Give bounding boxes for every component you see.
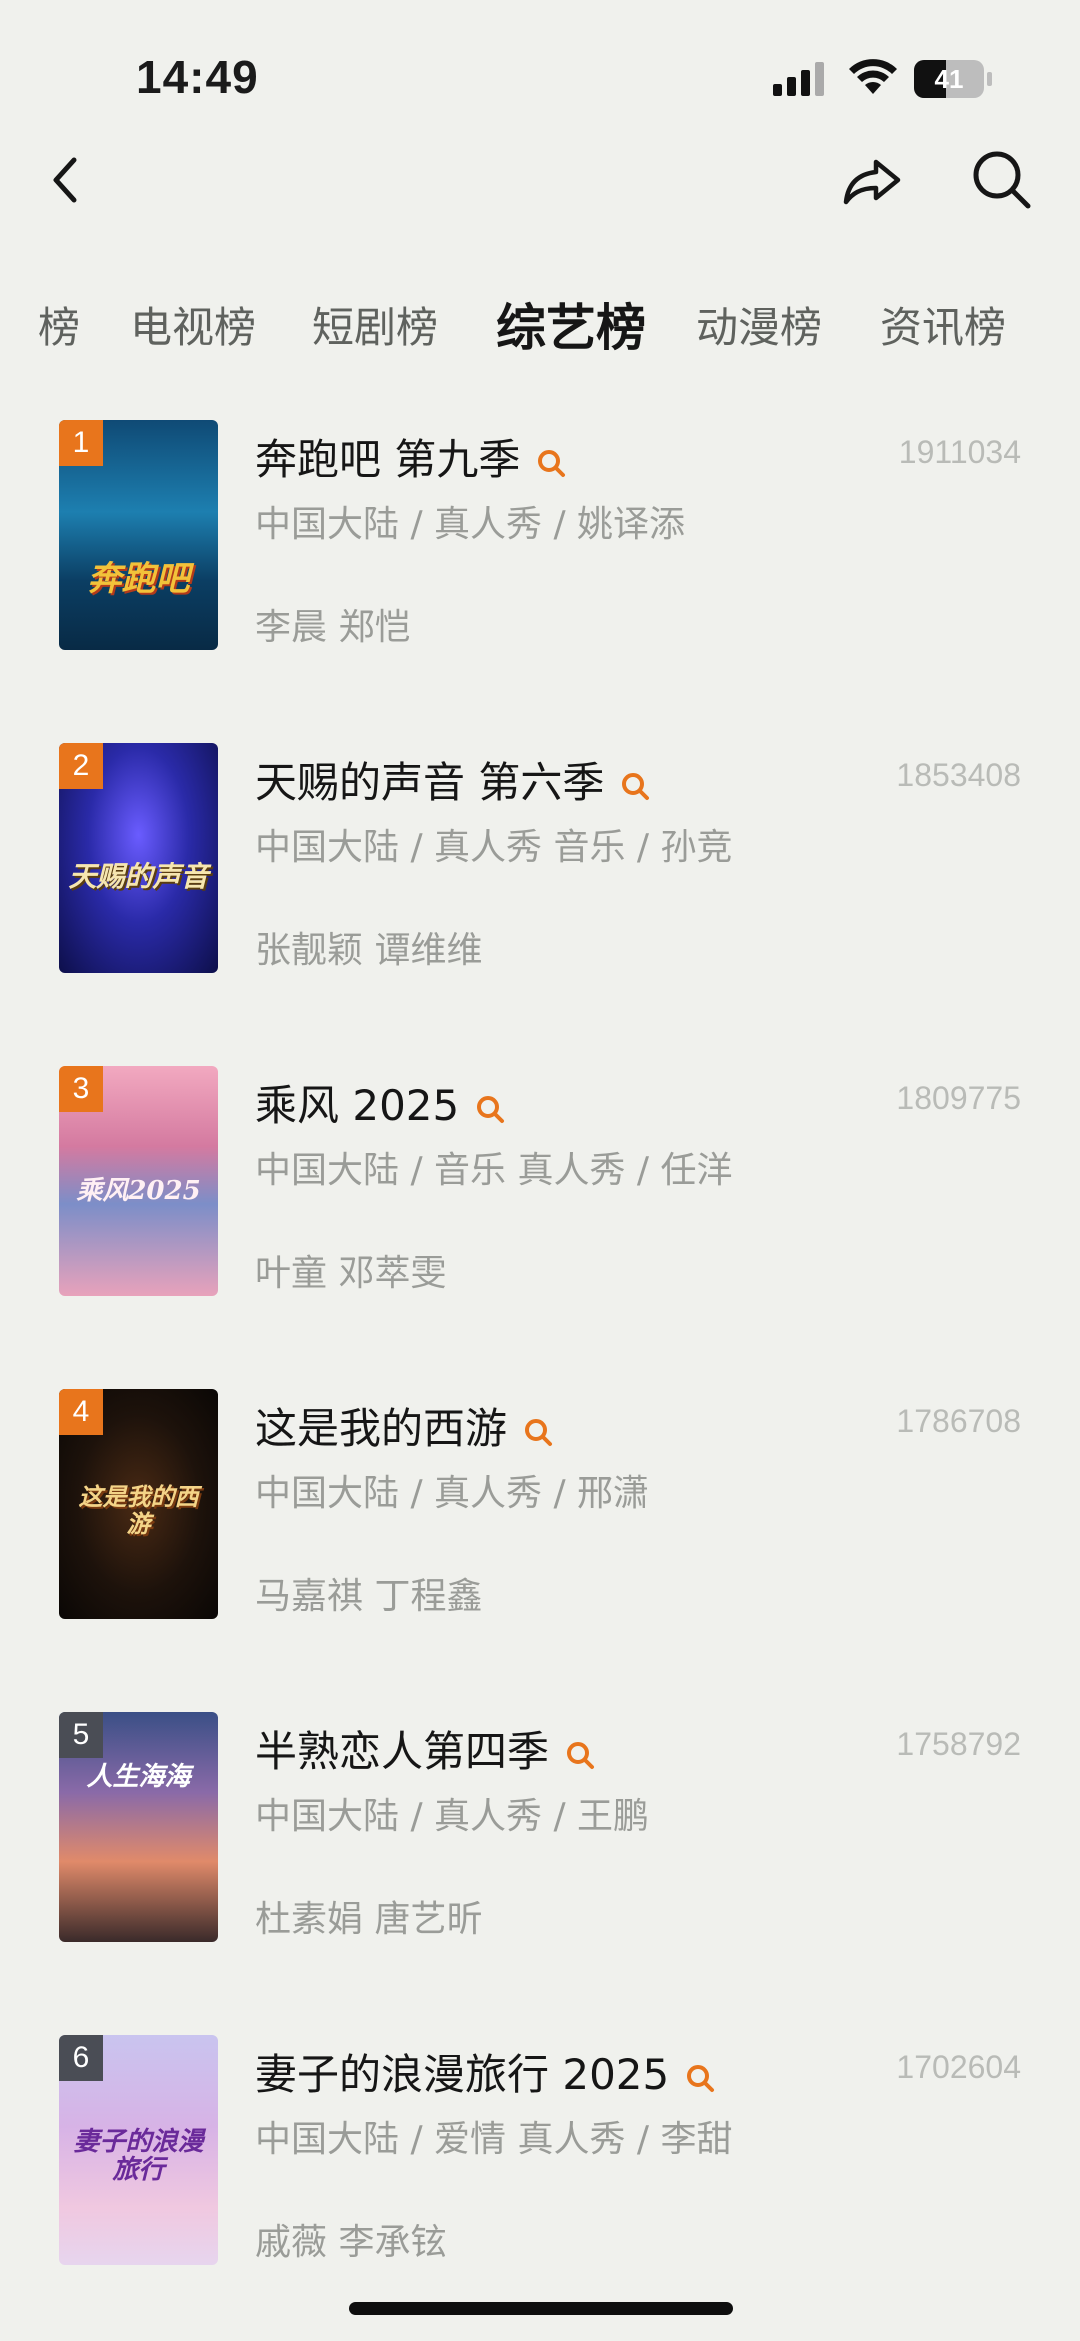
item-cast: 叶童 邓萃雯	[255, 1253, 447, 1294]
battery-level: 41	[934, 64, 964, 94]
item-cast: 戚薇 李承铉	[255, 2222, 447, 2263]
poster-image[interactable]: 乘风2025 3	[59, 1066, 218, 1296]
item-title-text: 这是我的西游	[255, 1404, 508, 1453]
poster-image[interactable]: 奔跑吧 1	[59, 420, 218, 650]
item-score: 1758792	[896, 1726, 1021, 1762]
wifi-icon	[849, 59, 897, 94]
poster-image[interactable]: 妻子的浪漫旅行 6	[59, 2035, 218, 2265]
item-meta: 中国大陆 / 真人秀 / 邢潇	[255, 1473, 650, 1514]
item-title[interactable]: 天赐的声音 第六季	[255, 749, 650, 810]
rank-badge: 6	[59, 2035, 103, 2081]
item-score: 1911034	[898, 434, 1021, 470]
item-title[interactable]: 乘风 2025	[255, 1072, 505, 1133]
tab-short-drama[interactable]: 短剧榜	[312, 290, 438, 366]
list-item[interactable]: 妻子的浪漫旅行 6 妻子的浪漫旅行 2025 中国大陆 / 爱情 真人秀 / 李…	[0, 2035, 1080, 2267]
item-cast: 张靓颖 谭维维	[255, 930, 483, 971]
item-title[interactable]: 这是我的西游	[255, 1395, 553, 1456]
item-cast: 马嘉祺 丁程鑫	[255, 1576, 483, 1617]
item-meta: 中国大陆 / 真人秀 / 姚译添	[255, 504, 686, 545]
poster-title-art: 奔跑吧	[87, 558, 190, 599]
item-title[interactable]: 半熟恋人第四季	[255, 1718, 595, 1779]
status-bar: 14:49 41	[0, 0, 1080, 150]
search-mini-icon[interactable]	[620, 771, 650, 801]
search-mini-icon[interactable]	[565, 1740, 595, 1770]
list-item[interactable]: 这是我的西游 4 这是我的西游 中国大陆 / 真人秀 / 邢潇 马嘉祺 丁程鑫 …	[0, 1389, 1080, 1621]
poster-title-art: 这是我的西游	[78, 1482, 199, 1538]
poster-title-art: 乘风2025	[76, 1176, 201, 1207]
item-meta: 中国大陆 / 真人秀 / 王鹏	[255, 1796, 650, 1837]
item-title-text: 天赐的声音 第六季	[255, 758, 605, 807]
poster-title-art: 人生海海	[86, 1762, 191, 1793]
item-score: 1853408	[896, 757, 1021, 793]
poster-title-art: 天赐的声音	[68, 860, 209, 894]
rank-badge: 5	[59, 1712, 103, 1758]
search-mini-icon[interactable]	[523, 1417, 553, 1447]
tab-tv[interactable]: 电视榜	[130, 290, 256, 366]
item-title-text: 妻子的浪漫旅行 2025	[255, 2050, 670, 2099]
search-mini-icon[interactable]	[536, 448, 566, 478]
tab-partial[interactable]: 榜	[38, 290, 80, 366]
rank-badge: 2	[59, 743, 103, 789]
item-title[interactable]: 奔跑吧 第九季	[255, 426, 566, 487]
list-item[interactable]: 天赐的声音 2 天赐的声音 第六季 中国大陆 / 真人秀 音乐 / 孙竞 张靓颖…	[0, 743, 1080, 975]
home-indicator[interactable]	[349, 2302, 733, 2315]
item-meta: 中国大陆 / 爱情 真人秀 / 李甜	[255, 2119, 733, 2160]
tab-variety[interactable]: 综艺榜	[496, 290, 646, 366]
search-icon[interactable]	[968, 144, 1034, 214]
list-item[interactable]: 奔跑吧 1 奔跑吧 第九季 中国大陆 / 真人秀 / 姚译添 李晨 郑恺 191…	[0, 420, 1080, 652]
search-mini-icon[interactable]	[685, 2063, 715, 2093]
search-mini-icon[interactable]	[475, 1094, 505, 1124]
poster-image[interactable]: 这是我的西游 4	[59, 1389, 218, 1619]
item-score: 1809775	[896, 1080, 1021, 1116]
rank-badge: 1	[59, 420, 103, 466]
cellular-signal-icon	[773, 62, 824, 96]
tab-news[interactable]: 资讯榜	[880, 290, 1006, 366]
item-cast: 李晨 郑恺	[255, 607, 411, 648]
item-score: 1702604	[896, 2049, 1021, 2085]
share-icon[interactable]	[838, 148, 908, 212]
poster-title-art: 妻子的浪漫旅行	[73, 2126, 204, 2186]
item-score: 1786708	[896, 1403, 1021, 1439]
rank-badge: 4	[59, 1389, 103, 1435]
item-cast: 杜素娟 唐艺昕	[255, 1899, 483, 1940]
poster-image[interactable]: 人生海海 5	[59, 1712, 218, 1942]
list-item[interactable]: 人生海海 5 半熟恋人第四季 中国大陆 / 真人秀 / 王鹏 杜素娟 唐艺昕 1…	[0, 1712, 1080, 1944]
item-title[interactable]: 妻子的浪漫旅行 2025	[255, 2041, 715, 2102]
item-title-text: 半熟恋人第四季	[255, 1727, 550, 1776]
tab-anime[interactable]: 动漫榜	[696, 290, 822, 366]
back-icon[interactable]	[40, 148, 94, 212]
item-meta: 中国大陆 / 真人秀 音乐 / 孙竞	[255, 827, 733, 868]
item-title-text: 乘风 2025	[255, 1081, 460, 1130]
item-meta: 中国大陆 / 音乐 真人秀 / 任洋	[255, 1150, 733, 1191]
category-tabs: 榜 电视榜 短剧榜 综艺榜 动漫榜 资讯榜	[0, 290, 1080, 366]
rank-badge: 3	[59, 1066, 103, 1112]
poster-image[interactable]: 天赐的声音 2	[59, 743, 218, 973]
item-title-text: 奔跑吧 第九季	[255, 435, 521, 484]
list-item[interactable]: 乘风2025 3 乘风 2025 中国大陆 / 音乐 真人秀 / 任洋 叶童 邓…	[0, 1066, 1080, 1298]
status-time: 14:49	[136, 51, 259, 103]
